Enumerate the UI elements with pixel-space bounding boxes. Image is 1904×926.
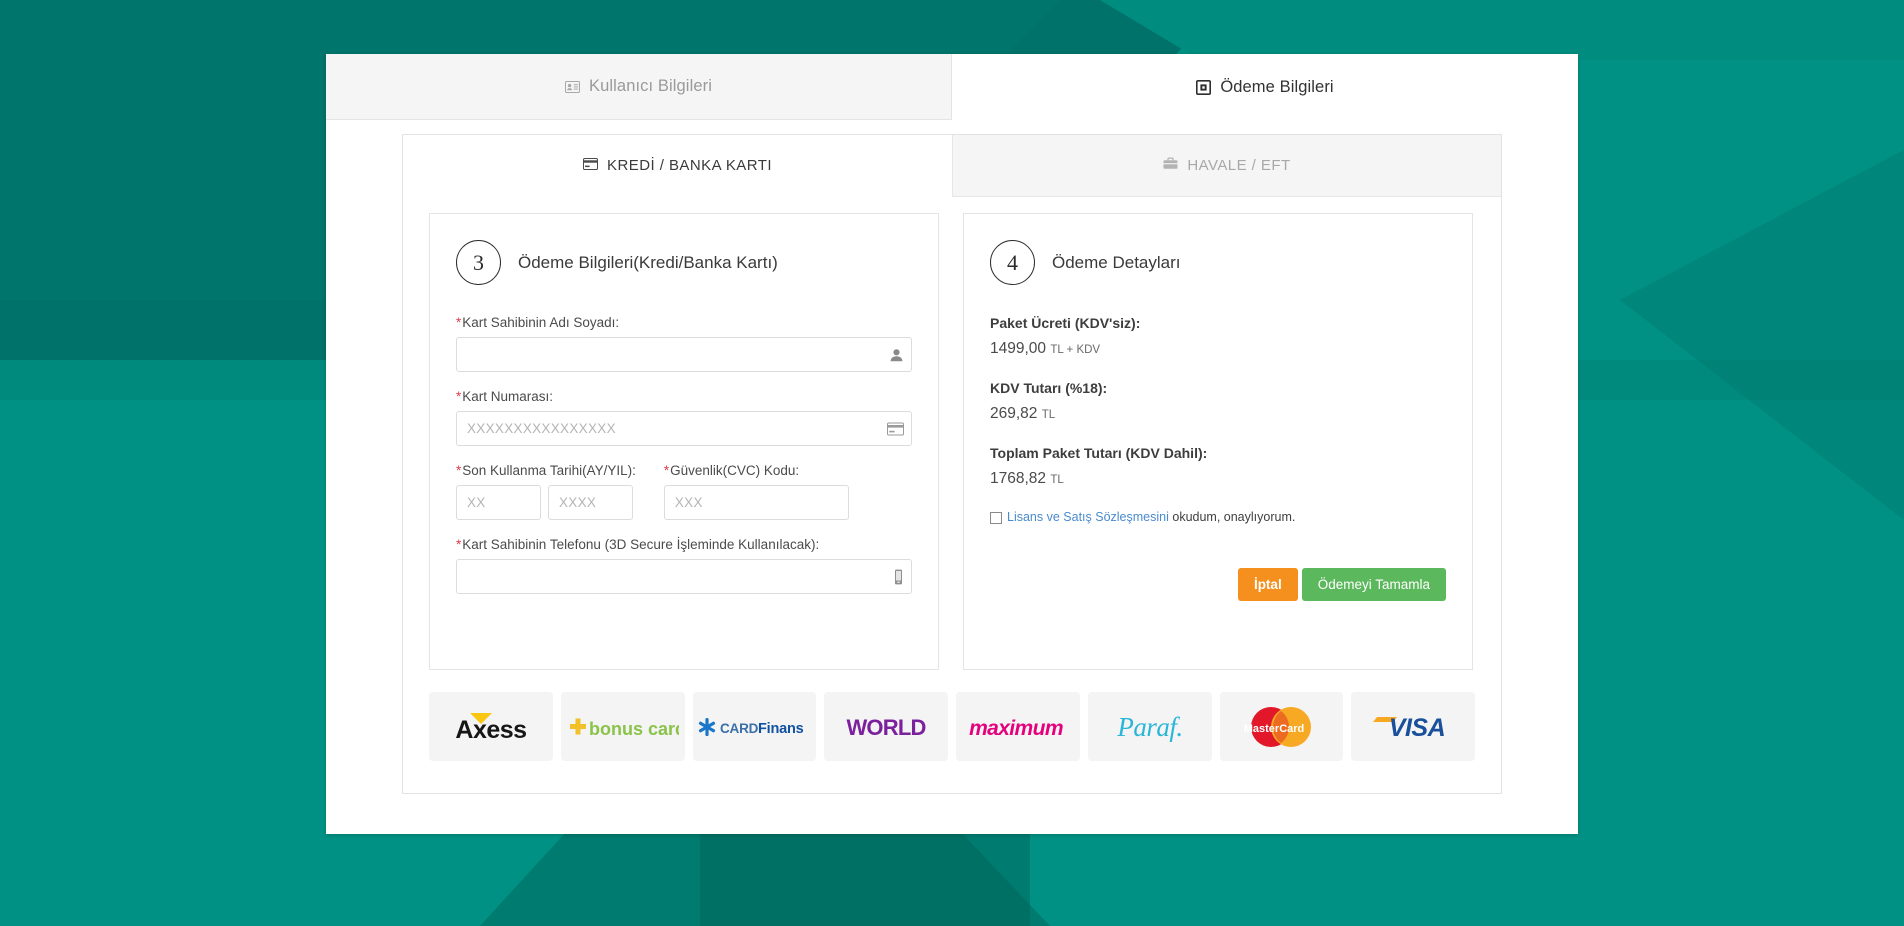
svg-text:MasterCard: MasterCard [1244, 723, 1305, 735]
vat-amount-label: KDV Tutarı (%18): [990, 380, 1108, 396]
license-agreement-link[interactable]: Lisans ve Satış Sözleşmesini [1007, 510, 1169, 524]
world-logo: WORLD [824, 692, 948, 761]
mastercard-logo: MasterCard [1219, 692, 1344, 761]
step-number-badge: 3 [456, 240, 501, 285]
required-marker: * [456, 463, 462, 478]
card-form-title: Ödeme Bilgileri(Kredi/Banka Kartı) [518, 252, 778, 272]
step-tabs: Kullanıcı Bilgileri Ödeme Bilgileri [326, 54, 1578, 120]
amount-number: 1499,00 [990, 340, 1047, 357]
vat-amount-value: 269,82 TL [990, 405, 1446, 423]
field-phone: *Kart Sahibinin Telefonu (3D Secure İşle… [456, 537, 912, 594]
bonus-card-logo: bonus card [560, 692, 685, 761]
method-tabs: KREDİ / BANKA KARTI HAVALE / EFT [403, 135, 1501, 197]
step-tab-label: Kullanıcı Bilgileri [589, 77, 712, 95]
accepted-cards-strip: Axess bonus card CARD Finans WORLD maxim… [403, 670, 1501, 787]
method-tab-havale-eft[interactable]: HAVALE / EFT [952, 135, 1501, 197]
payment-details-heading: 4 Ödeme Detayları [990, 240, 1446, 285]
agreement-text: Lisans ve Satış Sözleşmesini okudum, ona… [1007, 510, 1295, 524]
phone-label: *Kart Sahibinin Telefonu (3D Secure İşle… [456, 537, 912, 552]
label-text: Kart Sahibinin Telefonu (3D Secure İşlem… [462, 537, 820, 552]
total-amount-label: Toplam Paket Tutarı (KDV Dahil): [990, 445, 1208, 461]
checkout-card: Kullanıcı Bilgileri Ödeme Bilgileri KRED… [326, 54, 1578, 834]
svg-text:Paraf.: Paraf. [1116, 712, 1182, 742]
step-tab-kullanici-bilgileri[interactable]: Kullanıcı Bilgileri [326, 54, 952, 120]
complete-payment-button[interactable]: Ödemeyi Tamamla [1301, 568, 1446, 601]
field-expiry: *Son Kullanma Tarihi(AY/YIL): [456, 463, 636, 520]
axess-logo: Axess [429, 692, 553, 761]
cvc-label: *Güvenlik(CVC) Kodu: [664, 463, 849, 478]
svg-text:WORLD: WORLD [847, 715, 926, 740]
cvc-input[interactable] [663, 485, 849, 520]
id-card-icon [565, 80, 581, 93]
maximum-logo: maximum [956, 692, 1080, 761]
amount-number: 1768,82 [990, 470, 1047, 487]
expiry-label: *Son Kullanma Tarihi(AY/YIL): [456, 463, 636, 478]
payment-details-box: 4 Ödeme Detayları Paket Ücreti (KDV'siz)… [963, 213, 1473, 670]
field-cvc: *Güvenlik(CVC) Kodu: [663, 463, 849, 520]
label-text: Kart Numarası: [462, 389, 554, 404]
field-cardholder-name: *Kart Sahibinin Adı Soyadı: [456, 315, 912, 372]
amount-unit: TL [1041, 409, 1056, 421]
total-amount-value: 1768,82 TL [990, 470, 1446, 488]
expiry-year-input[interactable] [548, 485, 633, 520]
panel-columns: 3 Ödeme Bilgileri(Kredi/Banka Kartı) *Ka… [403, 197, 1501, 670]
step-tab-odeme-bilgileri[interactable]: Ödeme Bilgileri [952, 54, 1578, 120]
amount-number: 269,82 [990, 405, 1038, 422]
card-form-heading: 3 Ödeme Bilgileri(Kredi/Banka Kartı) [456, 240, 912, 285]
method-tab-kredi-banka-karti[interactable]: KREDİ / BANKA KARTI [403, 135, 952, 197]
label-text: Son Kullanma Tarihi(AY/YIL): [462, 463, 636, 478]
package-price-value: 1499,00 TL + KDV [990, 340, 1446, 358]
phone-input[interactable] [456, 559, 912, 594]
label-text: Güvenlik(CVC) Kodu: [670, 463, 800, 478]
agreement-rest-text: okudum, onaylıyorum. [1168, 510, 1296, 524]
step-number-badge: 4 [990, 240, 1035, 285]
svg-text:Axess: Axess [455, 716, 526, 744]
svg-text:CARD: CARD [720, 721, 759, 736]
field-expiry-cvc-row: *Son Kullanma Tarihi(AY/YIL): *Güvenlik(… [456, 463, 912, 520]
step-tab-label: Ödeme Bilgileri [1220, 77, 1334, 96]
svg-text:bonus card: bonus card [589, 719, 679, 739]
svg-text:Finans: Finans [758, 721, 804, 737]
payment-card-icon [1196, 79, 1212, 95]
card-number-label: *Kart Numarası: [456, 389, 912, 404]
action-buttons: İptal Ödemeyi Tamamla [990, 568, 1446, 601]
expiry-month-input[interactable] [456, 485, 541, 520]
card-form-box: 3 Ödeme Bilgileri(Kredi/Banka Kartı) *Ka… [429, 213, 939, 670]
cardfinans-logo: CARD Finans [692, 692, 817, 761]
card-number-input[interactable] [456, 411, 912, 446]
required-marker: * [456, 315, 462, 330]
payment-panel: KREDİ / BANKA KARTI HAVALE / EFT 3 Ödeme… [402, 134, 1502, 794]
amount-unit: TL [1050, 474, 1064, 486]
amount-unit: TL + KDV [1050, 344, 1101, 356]
briefcase-icon [1163, 157, 1178, 174]
method-tab-label: HAVALE / EFT [1187, 157, 1291, 174]
label-text: Kart Sahibinin Adı Soyadı: [462, 315, 620, 330]
payment-details-title: Ödeme Detayları [1052, 252, 1181, 272]
required-marker: * [456, 537, 462, 552]
svg-text:maximum: maximum [969, 717, 1063, 740]
svg-text:VISA: VISA [1389, 714, 1445, 742]
package-price-label: Paket Ücreti (KDV'siz): [990, 315, 1141, 331]
method-tab-label: KREDİ / BANKA KARTI [607, 157, 772, 174]
required-marker: * [663, 463, 670, 478]
agreement-checkbox[interactable] [990, 512, 1002, 524]
paraf-logo: Paraf. [1087, 692, 1212, 761]
required-marker: * [456, 389, 462, 404]
field-card-number: *Kart Numarası: [456, 389, 912, 446]
credit-card-icon [583, 157, 598, 174]
cancel-button[interactable]: İptal [1237, 568, 1298, 601]
agreement-row: Lisans ve Satış Sözleşmesini okudum, ona… [990, 510, 1446, 524]
cardholder-name-input[interactable] [456, 337, 912, 372]
visa-logo: VISA [1351, 692, 1475, 761]
cardholder-name-label: *Kart Sahibinin Adı Soyadı: [456, 315, 912, 330]
